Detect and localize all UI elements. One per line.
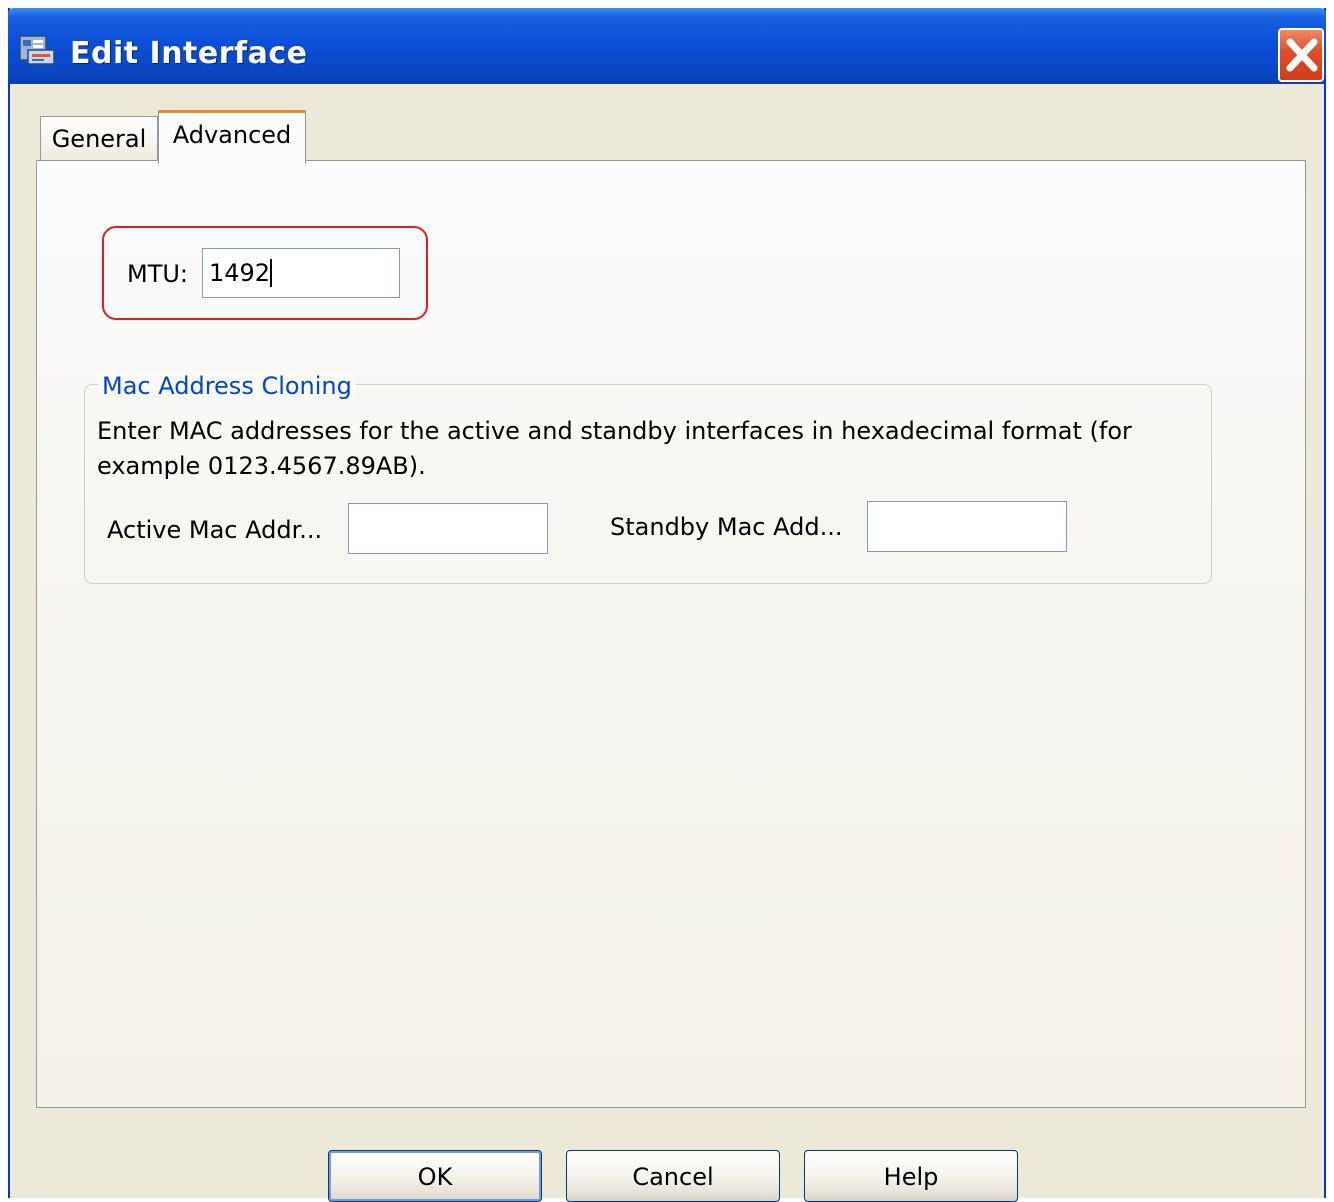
mac-address-cloning-title: Mac Address Cloning bbox=[98, 372, 356, 400]
active-mac-input[interactable] bbox=[348, 503, 548, 554]
tab-advanced[interactable]: Advanced bbox=[158, 110, 306, 164]
close-icon bbox=[1286, 38, 1318, 72]
help-button-label: Help bbox=[883, 1163, 939, 1191]
title-bar[interactable]: Edit Interface bbox=[8, 8, 1326, 84]
asdm-app-icon bbox=[18, 30, 56, 68]
cancel-button-label: Cancel bbox=[632, 1163, 714, 1191]
window-title: Edit Interface bbox=[70, 36, 308, 71]
help-button[interactable]: Help bbox=[804, 1150, 1018, 1202]
tab-general-label: General bbox=[51, 125, 147, 153]
active-mac-label: Active Mac Addr... bbox=[107, 516, 323, 544]
tab-general[interactable]: General bbox=[40, 116, 158, 162]
standby-mac-input[interactable] bbox=[867, 501, 1067, 552]
tab-advanced-label: Advanced bbox=[172, 121, 292, 149]
cancel-button[interactable]: Cancel bbox=[566, 1150, 780, 1202]
ok-button-label: OK bbox=[417, 1163, 453, 1191]
close-button[interactable] bbox=[1278, 28, 1324, 82]
ok-button[interactable]: OK bbox=[328, 1150, 542, 1202]
mac-cloning-description: Enter MAC addresses for the active and s… bbox=[97, 417, 1132, 480]
text-caret bbox=[270, 259, 273, 287]
mtu-label: MTU: bbox=[127, 260, 189, 288]
mtu-input[interactable]: 1492 bbox=[202, 248, 400, 298]
standby-mac-label: Standby Mac Add... bbox=[610, 513, 843, 541]
mtu-value: 1492 bbox=[209, 259, 271, 287]
